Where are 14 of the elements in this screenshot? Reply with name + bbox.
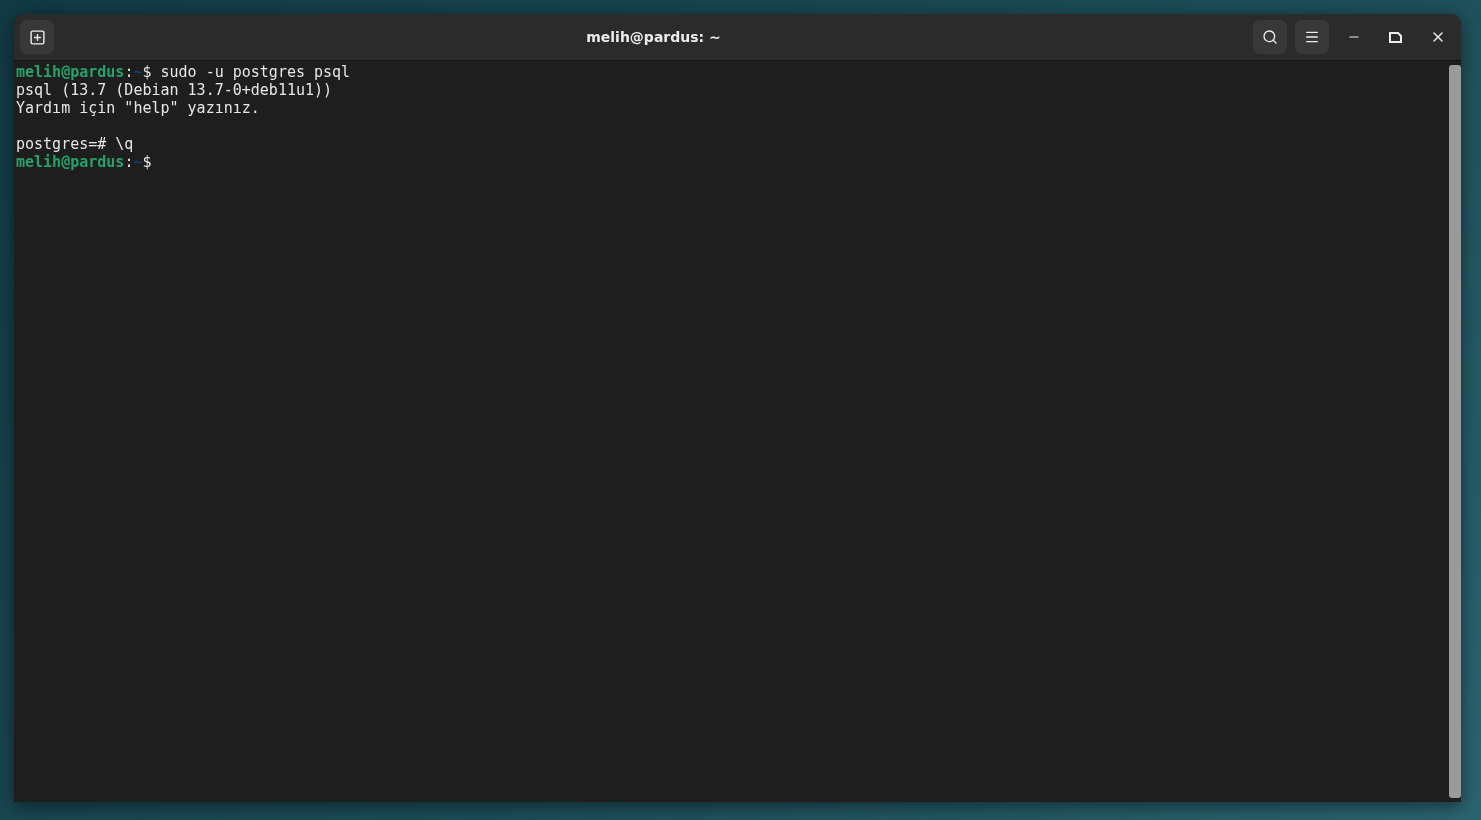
terminal-line: melih@pardus:~$ sudo -u postgres psql (16, 63, 352, 81)
scrollbar[interactable] (1449, 65, 1461, 798)
search-button[interactable] (1253, 20, 1287, 54)
new-tab-icon (28, 28, 46, 46)
terminal-line: psql (13.7 (Debian 13.7-0+deb11u1)) (16, 81, 334, 99)
restore-icon (1389, 31, 1403, 43)
new-tab-button[interactable] (20, 20, 54, 54)
search-icon (1262, 29, 1278, 45)
menu-icon (1304, 29, 1320, 45)
terminal-line: Yardım için "help" yazınız. (16, 99, 261, 117)
window-title: melih@pardus: ~ (585, 29, 722, 45)
terminal-line: melih@pardus:~$ (16, 153, 153, 171)
terminal-line: postgres=# \q (16, 134, 135, 153)
menu-button[interactable] (1295, 20, 1329, 54)
